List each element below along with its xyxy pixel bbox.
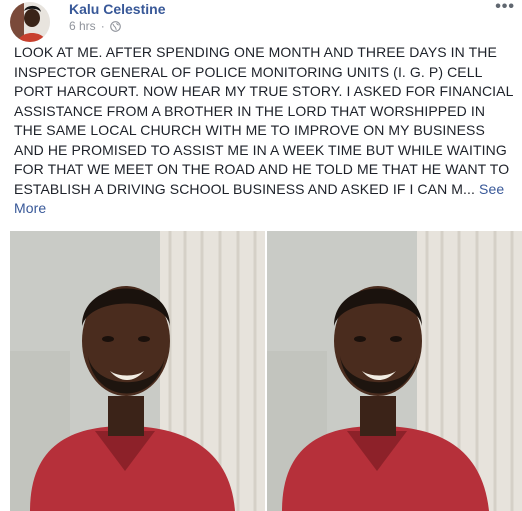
post-text: LOOK AT ME. AFTER SPENDING ONE MONTH AND… <box>14 43 514 219</box>
post-meta: 6 hrs · <box>69 19 121 33</box>
author-avatar[interactable] <box>10 2 50 42</box>
globe-icon[interactable] <box>109 20 121 32</box>
more-options-icon[interactable]: ••• <box>495 0 515 15</box>
facebook-post: Kalu Celestine 6 hrs · ••• LOOK AT ME. A… <box>0 0 522 511</box>
post-text-content: LOOK AT ME. AFTER SPENDING ONE MONTH AND… <box>14 44 513 197</box>
post-time[interactable]: 6 hrs <box>69 19 96 33</box>
post-photo-2[interactable] <box>267 231 522 511</box>
meta-separator: · <box>100 19 105 33</box>
photo-grid <box>0 231 522 511</box>
post-photo-1[interactable] <box>10 231 265 511</box>
author-name[interactable]: Kalu Celestine <box>69 1 165 17</box>
